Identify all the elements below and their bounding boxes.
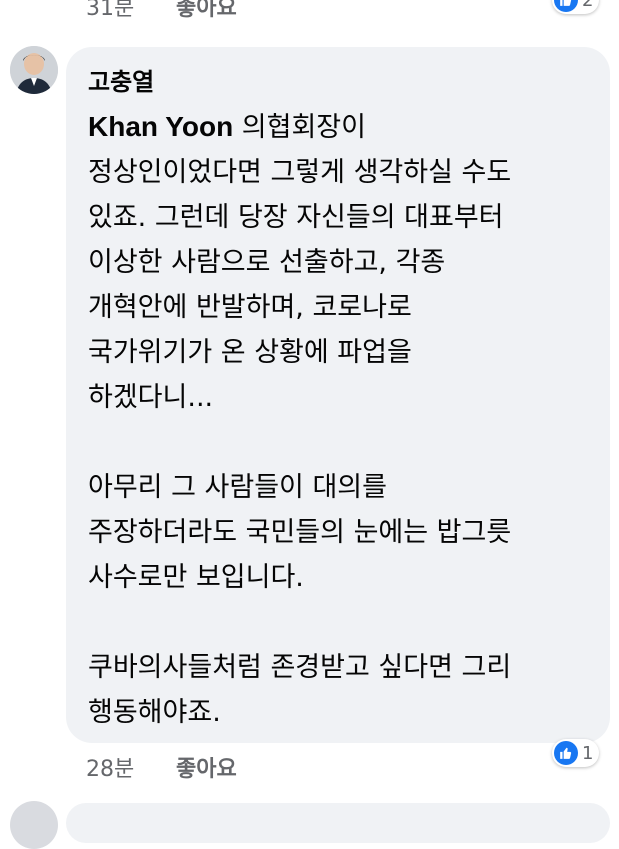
previous-comment-reactions[interactable]: 2 [552, 0, 600, 14]
next-comment-avatar[interactable] [10, 801, 58, 849]
comment-body: 정상인이었다면 그렇게 생각하실 수도 있죠. 그런데 당장 자신들의 대표부터… [88, 157, 512, 728]
comment-meta: 28분 좋아요 [86, 751, 237, 783]
comment-reaction-count: 1 [582, 742, 594, 764]
comment-author[interactable]: 고충열 [88, 62, 154, 97]
previous-comment-like-link[interactable]: 좋아요 [176, 0, 237, 22]
comment-like-link[interactable]: 좋아요 [176, 751, 237, 783]
mention-link[interactable]: Khan Yoon [88, 111, 233, 142]
previous-comment-reaction-count: 2 [582, 0, 594, 11]
comment-text: Khan Yoon 의협회장이 정상인이었다면 그렇게 생각하실 수도 있죠. … [88, 104, 608, 735]
previous-comment-meta: 31분 좋아요 [86, 0, 237, 22]
avatar[interactable] [10, 46, 58, 94]
comment-first-line-rest: 의협회장이 [233, 112, 366, 143]
thumbs-up-icon [554, 741, 578, 765]
comment-time[interactable]: 28분 [86, 751, 176, 783]
thumbs-up-icon [554, 0, 578, 12]
next-comment-bubble [66, 803, 610, 843]
comment-reactions[interactable]: 1 [552, 739, 600, 767]
previous-comment-time[interactable]: 31분 [86, 0, 176, 22]
